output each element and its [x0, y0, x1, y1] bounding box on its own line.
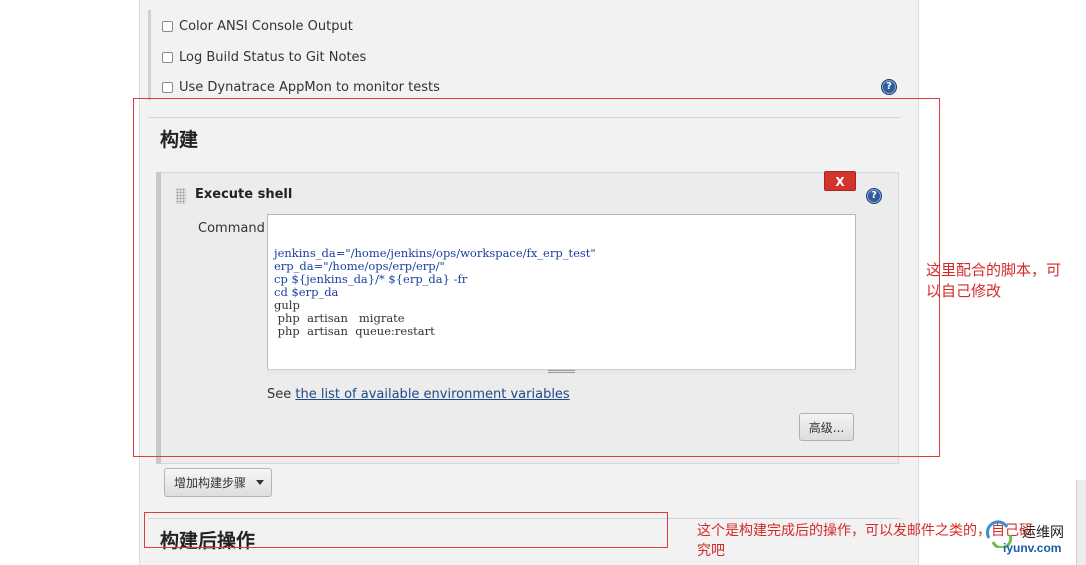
color-ansi-label: Color ANSI Console Output [179, 18, 353, 34]
dynatrace-help-icon[interactable]: ? [881, 79, 897, 95]
annotation-line: 究吧 [697, 543, 725, 559]
dynatrace-label: Use Dynatrace AppMon to monitor tests [179, 79, 440, 95]
option-color-ansi[interactable]: Color ANSI Console Output [162, 17, 353, 35]
annotation-post-note: 这个是构建完成后的操作，可以发邮件之类的，自己研 究吧 [697, 521, 1033, 561]
add-build-step-label: 增加构建步骤 [174, 476, 247, 490]
option-dynatrace[interactable]: Use Dynatrace AppMon to monitor tests [162, 78, 440, 96]
dropdown-caret-icon [256, 480, 265, 485]
annotation-line: 以自己修改 [926, 282, 1002, 300]
annotation-box-build [133, 98, 940, 457]
annotation-line: 这个是构建完成后的操作，可以发邮件之类的，自己研 [697, 523, 1033, 539]
annotation-line: 这里配合的脚本，可 [926, 261, 1062, 279]
annotation-script-note: 这里配合的脚本，可 以自己修改 [926, 260, 1061, 302]
section-indent-bar [148, 10, 151, 100]
option-git-notes[interactable]: Log Build Status to Git Notes [162, 48, 366, 66]
color-ansi-checkbox[interactable] [162, 20, 173, 32]
watermark-logo: 运维网 iyunv.com [985, 515, 1086, 565]
watermark-line2: iyunv.com [1003, 541, 1062, 555]
annotation-box-post-build [144, 512, 668, 548]
add-build-step-button[interactable]: 增加构建步骤 [164, 468, 272, 497]
git-notes-label: Log Build Status to Git Notes [179, 49, 367, 65]
dynatrace-checkbox[interactable] [162, 81, 173, 93]
watermark-line1: 运维网 [1022, 524, 1064, 540]
git-notes-checkbox[interactable] [162, 51, 173, 63]
